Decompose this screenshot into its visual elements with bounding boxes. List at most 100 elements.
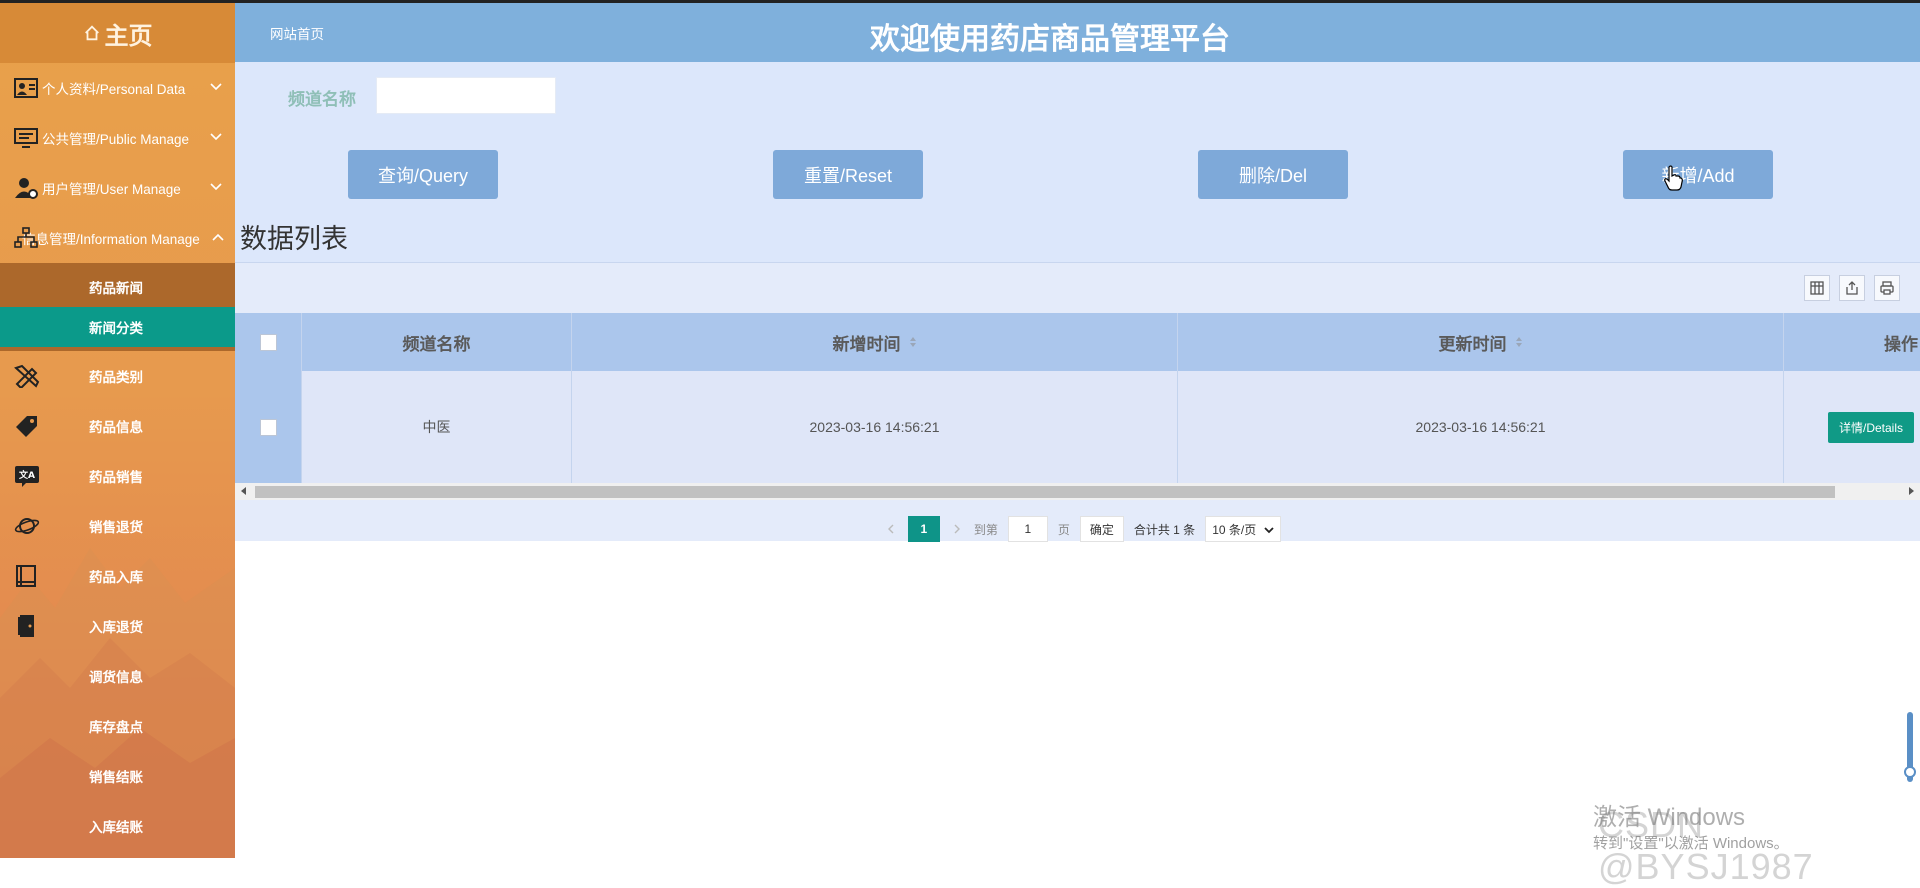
top-header: 网站首页 欢迎使用药店商品管理平台 <box>235 3 1920 62</box>
horizontal-scrollbar[interactable] <box>235 483 1920 500</box>
row-checkbox[interactable] <box>259 418 277 436</box>
nav-item-label: 销售结账 <box>89 770 143 785</box>
export-button[interactable] <box>1839 275 1865 301</box>
prev-page-icon[interactable] <box>886 524 896 534</box>
column-filter-button[interactable] <box>1804 275 1830 301</box>
data-list-title: 数据列表 <box>240 224 348 254</box>
menu-label: 公共管理/Public Manage <box>42 132 190 147</box>
submenu-item-drug-news[interactable]: 药品新闻 <box>0 267 235 307</box>
chevron-up-icon <box>212 233 224 241</box>
monitor-list-icon <box>14 128 38 148</box>
activate-windows-subtitle: 转到"设置"以激活 Windows。 <box>1593 835 1789 852</box>
scroll-left-arrow[interactable] <box>241 487 246 495</box>
sort-icon <box>1515 337 1522 347</box>
nav-item-stockin-return[interactable]: 入库退货 <box>0 601 235 651</box>
nav-item-inventory-check[interactable]: 库存盘点 <box>0 701 235 751</box>
nav-item-label: 入库结账 <box>89 820 143 835</box>
activate-windows-title: 激活 Windows <box>1593 804 1746 831</box>
column-header-created-time[interactable]: 新增时间 <box>572 313 1178 371</box>
user-gear-icon <box>15 178 38 199</box>
table-header-row: 频道名称 新增时间 更新时间 操作 <box>235 313 1920 371</box>
delete-button[interactable]: 删除/Del <box>1198 150 1348 199</box>
menu-user-manage[interactable]: 用户管理/User Manage <box>0 163 235 213</box>
door-icon <box>18 615 34 637</box>
user-card-icon <box>14 78 38 98</box>
column-header-channel-name: 频道名称 <box>302 313 572 371</box>
menu-information-manage[interactable]: 信息管理/Information Manage <box>0 213 235 263</box>
goto-confirm-button[interactable]: 确定 <box>1079 516 1124 542</box>
nav-item-label: 销售退货 <box>89 520 143 535</box>
nav-item-sales-return[interactable]: 销售退货 <box>0 501 235 551</box>
data-table-body: 频道名称 新增时间 更新时间 操作 中医 2023-03-16 14:56:21… <box>235 313 1920 483</box>
nav-item-drug-category[interactable]: 药品类别 <box>0 351 235 401</box>
planet-icon <box>14 518 40 534</box>
nav-item-stockin-settlement[interactable]: 入库结账 <box>0 801 235 851</box>
total-count: 合计共 1 条 <box>1133 522 1196 537</box>
print-button[interactable] <box>1874 275 1900 301</box>
nav-item-drug-info[interactable]: 药品信息 <box>0 401 235 451</box>
nav-item-transfer-info[interactable]: 调货信息 <box>0 651 235 701</box>
sort-icon <box>909 337 916 347</box>
goto-label: 到第 <box>973 522 998 537</box>
page-unit-label: 页 <box>1057 522 1070 537</box>
data-list: 频道名称 新增时间 更新时间 操作 中医 2023-03-16 14:56:21… <box>235 262 1920 542</box>
column-header-label: 更新时间 <box>1438 334 1507 354</box>
scrollbar-thumb[interactable] <box>255 486 1835 498</box>
cell-channel-name: 中医 <box>302 371 572 483</box>
details-button[interactable]: 详情/Details <box>1828 411 1915 443</box>
menu-public-manage[interactable]: 公共管理/Public Manage <box>0 113 235 163</box>
chevron-down-icon <box>210 133 222 141</box>
nav-item-label: 调货信息 <box>89 670 143 685</box>
select-all-cell <box>235 313 302 371</box>
nav-item-label: 库存盘点 <box>89 720 143 735</box>
menu-personal-data[interactable]: 个人资料/Personal Data <box>0 63 235 113</box>
cell-actions: 详情/Details <box>1784 371 1920 483</box>
printer-icon <box>1880 281 1894 295</box>
channel-name-input[interactable] <box>376 77 556 114</box>
nav-item-label: 药品入库 <box>89 570 143 585</box>
nav-item-drug-sales[interactable]: 文A 药品销售 <box>0 451 235 501</box>
translate-icon: 文A <box>15 466 39 487</box>
chevron-down-icon <box>210 183 222 191</box>
chevron-down-icon <box>210 83 222 91</box>
current-page-button[interactable]: 1 <box>907 516 940 542</box>
next-page-icon[interactable] <box>952 524 962 534</box>
nav-item-label: 药品信息 <box>89 420 143 435</box>
goto-page-input[interactable]: 1 <box>1007 516 1048 542</box>
scroll-indicator-knob[interactable] <box>1904 766 1916 778</box>
table-toolbar <box>1804 275 1900 301</box>
home-link[interactable]: 主页 <box>0 3 235 63</box>
nav-item-drug-stockin[interactable]: 药品入库 <box>0 551 235 601</box>
data-table: 频道名称 新增时间 更新时间 操作 中医 2023-03-16 14:56:21… <box>235 313 1920 483</box>
menu-label: 信息管理/Information Manage <box>22 232 200 247</box>
columns-icon <box>1810 281 1824 295</box>
cell-updated-time: 2023-03-16 14:56:21 <box>1178 371 1784 483</box>
pencil-ruler-icon <box>14 364 40 388</box>
pagination: 1 到第 1 页 确定 合计共 1 条 10 条/页 <box>235 516 1920 542</box>
submenu-item-news-category[interactable]: 新闻分类 <box>0 307 235 347</box>
query-button[interactable]: 查询/Query <box>348 150 498 199</box>
hand-cursor-icon <box>1664 165 1683 191</box>
book-icon <box>16 565 36 587</box>
cell-created-time: 2023-03-16 14:56:21 <box>572 371 1178 483</box>
page-size-select[interactable]: 10 条/页 <box>1205 516 1282 542</box>
add-button[interactable]: 新增/Add <box>1623 150 1773 199</box>
table-row: 中医 2023-03-16 14:56:21 2023-03-16 14:56:… <box>235 371 1920 483</box>
page-size-value: 10 条/页 <box>1212 522 1257 537</box>
reset-button[interactable]: 重置/Reset <box>773 150 923 199</box>
nav-item-label: 药品类别 <box>89 370 143 385</box>
column-header-actions: 操作 <box>1784 313 1920 371</box>
column-header-updated-time[interactable]: 更新时间 <box>1178 313 1784 371</box>
sidebar: 主页 个人资料/Personal Data 公共管理/Public Manage… <box>0 3 235 858</box>
nav-item-sales-settlement[interactable]: 销售结账 <box>0 751 235 801</box>
page-title: 欢迎使用药店商品管理平台 <box>870 23 1230 56</box>
channel-name-label: 频道名称 <box>288 90 356 109</box>
select-all-checkbox[interactable] <box>259 333 277 351</box>
scroll-right-arrow[interactable] <box>1909 487 1914 495</box>
home-icon <box>84 25 99 41</box>
chevron-down-icon <box>1264 527 1274 534</box>
nav-item-label: 入库退货 <box>89 620 143 635</box>
search-panel: 频道名称 查询/Query 重置/Reset 删除/Del 新增/Add 数据列… <box>235 62 1920 542</box>
submenu: 药品新闻 新闻分类 <box>0 263 235 347</box>
column-header-label: 新增时间 <box>832 334 901 354</box>
